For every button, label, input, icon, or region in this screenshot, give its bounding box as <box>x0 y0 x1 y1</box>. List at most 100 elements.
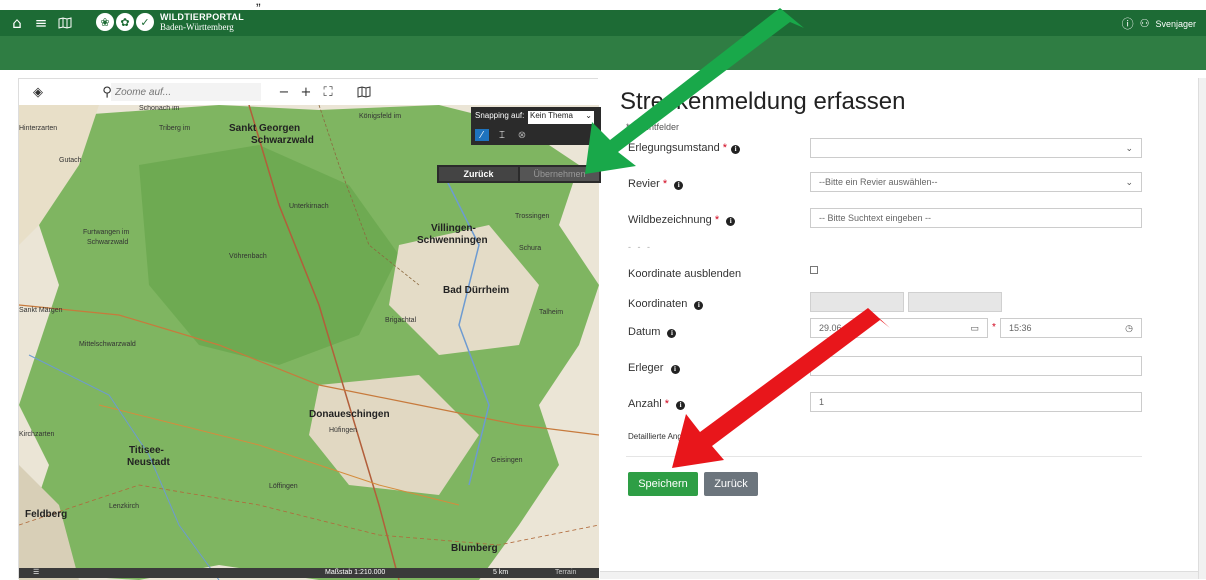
label-erlegungsumstand: Erlegungsumstand * i <box>628 142 741 154</box>
label-text: Koordinaten <box>628 298 688 310</box>
edit-vertices-icon[interactable]: ⌶ <box>495 129 509 141</box>
detailed-info-toggle[interactable]: Detaillierte Angaben <box>628 432 700 441</box>
map-scale-bar: 5 km <box>493 569 509 576</box>
map-label-feldberg: Feldberg <box>25 509 68 520</box>
label-text: Anzahl <box>628 398 662 410</box>
map-label-huefingen: Hüfingen <box>329 427 358 434</box>
map-toolbar: ◈ ⚲ − + ⛶ <box>19 79 599 105</box>
label-text: Datum <box>628 326 661 338</box>
map-footer-menu-icon[interactable]: ☰ <box>33 568 39 576</box>
horizontal-scrollbar[interactable] <box>600 571 1198 579</box>
calendar-icon[interactable]: ▭ <box>970 323 979 334</box>
time-value: 15:36 <box>1009 323 1032 333</box>
map-label-brigachtal: Brigachtal <box>385 317 417 324</box>
map-label-kirchzarten: Kirchzarten <box>19 431 55 438</box>
map-label-furtwangen: Furtwangen im <box>83 229 130 236</box>
map-back-button[interactable]: Zurück <box>439 167 518 181</box>
revier-placeholder: --Bitte ein Revier auswählen-- <box>819 177 938 187</box>
map-label-titisee: Titisee- <box>129 445 164 456</box>
help-icon[interactable]: ⓘ <box>1122 15 1134 32</box>
map-icon[interactable] <box>56 15 74 31</box>
map-label-villingen: Villingen- <box>431 223 476 234</box>
chevron-down-icon: ⌄ <box>1125 176 1133 187</box>
back-button[interactable]: Zurück <box>704 472 758 496</box>
layers-icon[interactable]: ◈ <box>27 81 49 103</box>
clock-icon[interactable]: ◷ <box>1125 323 1133 334</box>
map-label-schura: Schura <box>519 245 542 252</box>
label-text: Erleger <box>628 362 664 374</box>
page-title: Streckenmeldung erfassen <box>620 88 906 115</box>
info-icon[interactable]: i <box>726 216 736 226</box>
map-label-unterkirnach: Unterkirnach <box>289 203 329 210</box>
map-terrain-toggle[interactable]: Terrain <box>555 569 576 576</box>
label-anzahl: Anzahl * i <box>628 398 686 410</box>
time-input[interactable]: 15:36 ◷ <box>1000 318 1142 338</box>
draw-line-icon[interactable]: ⁄ <box>475 129 489 141</box>
map-label-gutach: Gutach <box>59 157 82 164</box>
map-label-talheim: Talheim <box>539 309 564 316</box>
map-apply-button[interactable]: Übernehmen <box>520 167 599 181</box>
bird-logo-icon: ✿ <box>116 13 134 31</box>
top-text: „ <box>256 0 261 8</box>
map-label-blumberg: Blumberg <box>451 543 498 554</box>
chevron-down-icon: ⌄ <box>585 111 592 120</box>
map-label-voehrenbach: Vöhrenbach <box>229 253 267 260</box>
zoom-out-icon[interactable]: − <box>273 81 295 103</box>
map-label-neustadt: Neustadt <box>127 457 170 468</box>
map-view-icon[interactable] <box>353 81 375 103</box>
label-koordinaten: Koordinaten i <box>628 298 704 310</box>
separator: - - - <box>628 242 652 252</box>
label-erleger: Erleger i <box>628 362 680 374</box>
anzahl-input[interactable]: 1 <box>810 392 1142 412</box>
home-icon[interactable]: ⌂ <box>8 14 26 32</box>
info-icon[interactable]: i <box>670 364 680 374</box>
map-label-geisingen: Geisingen <box>491 457 523 464</box>
divider <box>626 456 1142 457</box>
info-icon[interactable]: i <box>667 328 677 338</box>
required-note: * Pflichtfelder <box>626 122 680 132</box>
user-area: ⓘ ⚇ Svenjager <box>1122 15 1196 32</box>
menu-icon[interactable]: ≡ <box>32 14 50 32</box>
portal-logo[interactable]: ❀ ✿ ✓ <box>96 13 154 33</box>
map-panel: ◈ ⚲ − + ⛶ Sankt Georgen Schwarzwald <box>18 78 601 580</box>
paw-logo-icon: ❀ <box>96 13 114 31</box>
top-strip: „ <box>0 0 1206 10</box>
save-button[interactable]: Speichern <box>628 472 698 496</box>
info-icon[interactable]: i <box>674 180 684 190</box>
info-icon[interactable]: i <box>676 400 686 410</box>
map-label-donaueschingen: Donaueschingen <box>309 409 390 420</box>
snapping-select[interactable]: Kein Thema ⌄ <box>528 111 594 124</box>
map-label-schwenningen: Schwenningen <box>417 235 488 246</box>
label-datum: Datum i <box>628 326 677 338</box>
vertical-scrollbar[interactable] <box>1198 78 1206 579</box>
map-label-schwarzwald: Schwarzwald <box>251 135 314 146</box>
revier-select[interactable]: --Bitte ein Revier auswählen-- ⌄ <box>810 172 1142 192</box>
anzahl-value: 1 <box>819 397 825 407</box>
info-icon[interactable]: i <box>731 144 741 154</box>
chevron-down-icon: ⌄ <box>1125 142 1133 153</box>
fullscreen-icon[interactable]: ⛶ <box>317 81 339 103</box>
map-label-bad-duerrheim: Bad Dürrheim <box>443 285 510 296</box>
map-label-trossingen: Trossingen <box>515 213 550 220</box>
user-icon[interactable]: ⚇ <box>1140 17 1150 30</box>
username[interactable]: Svenjager <box>1155 19 1196 29</box>
snapping-label: Snapping auf: <box>475 111 525 120</box>
map-label-koenigsfeld: Königsfeld im <box>359 113 402 120</box>
date-input[interactable]: 29.06.2022 ▭ <box>810 318 988 338</box>
info-icon[interactable]: i <box>694 300 704 310</box>
label-revier: Revier * i <box>628 178 684 190</box>
label-wildbezeichnung: Wildbezeichnung * i <box>628 214 736 226</box>
hide-coordinate-checkbox[interactable] <box>810 266 818 274</box>
erleger-input[interactable] <box>810 356 1142 376</box>
zoom-in-icon[interactable]: + <box>295 81 317 103</box>
map-scale-text: Maßstab 1:210.000 <box>325 569 386 576</box>
map-search-input[interactable] <box>111 83 261 101</box>
sub-header-bar <box>0 36 1206 70</box>
clear-icon[interactable]: ⊗ <box>515 129 529 141</box>
wild-placeholder: -- Bitte Suchtext eingeben -- <box>819 213 932 223</box>
map-action-buttons: Zurück Übernehmen <box>437 165 601 183</box>
snapping-panel: Snapping auf: Kein Thema ⌄ ⁄ ⌶ ⊗ <box>471 107 601 145</box>
erlegungsumstand-select[interactable]: ⌄ <box>810 138 1142 158</box>
wildbezeichnung-input[interactable]: -- Bitte Suchtext eingeben -- <box>810 208 1142 228</box>
map-label-loeffingen: Löffingen <box>269 483 298 490</box>
